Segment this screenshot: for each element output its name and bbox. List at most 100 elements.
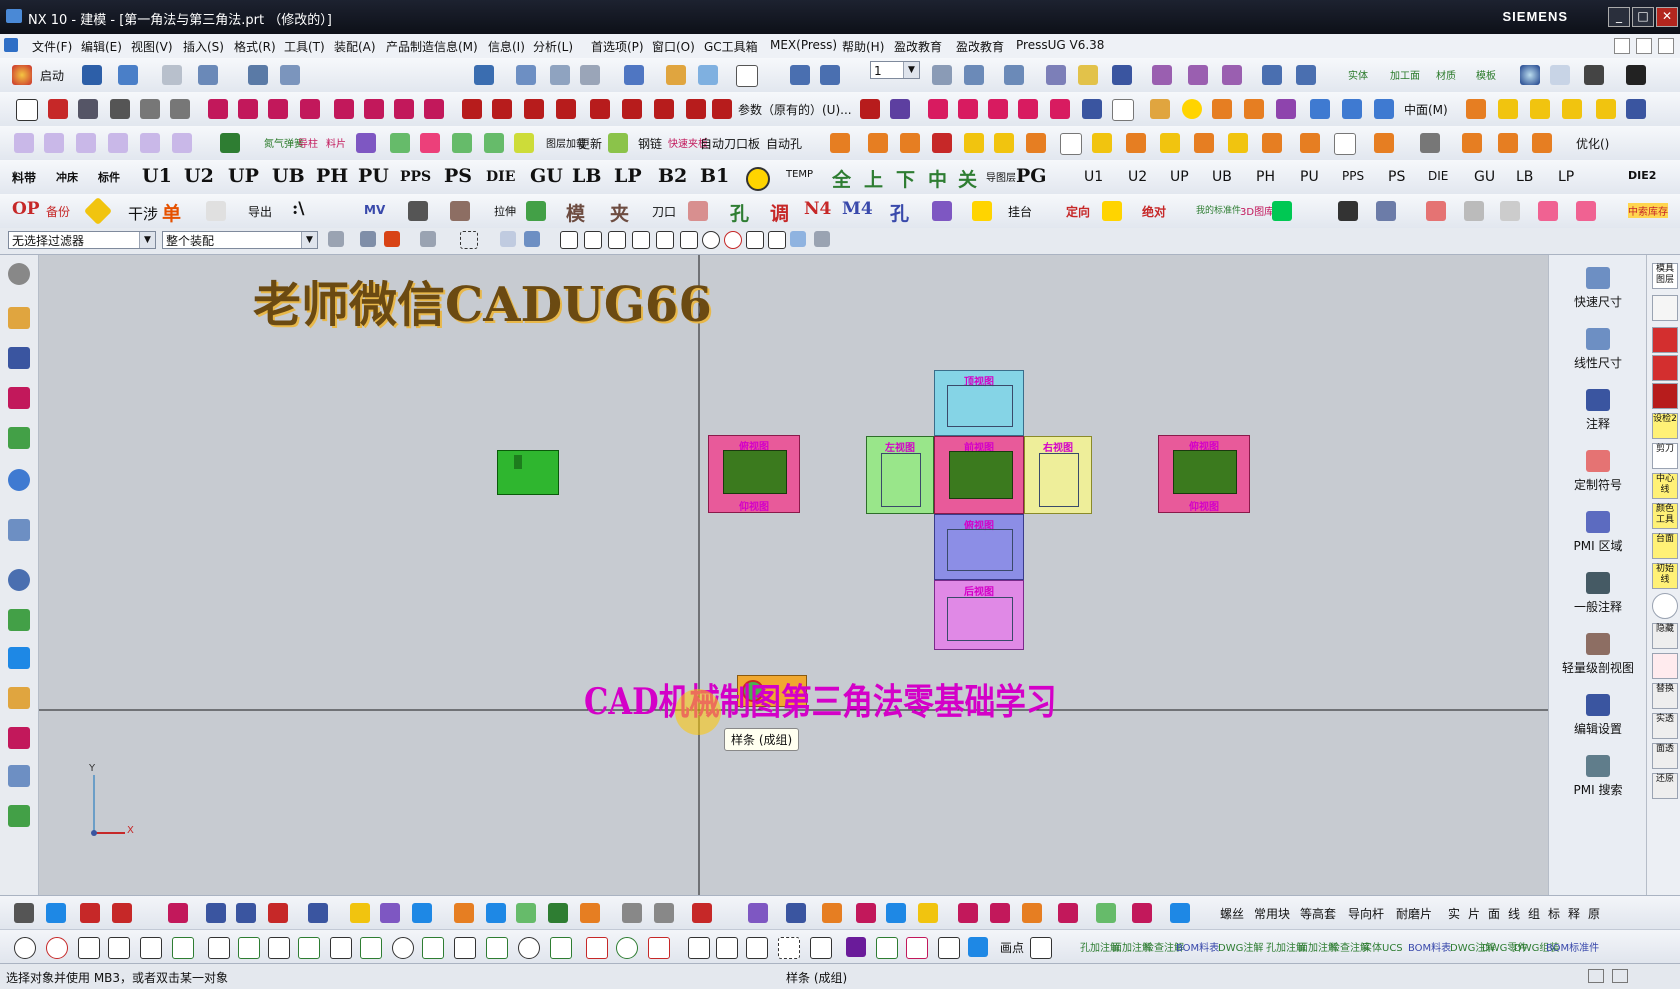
- hide-button[interactable]: 隐藏: [1652, 623, 1678, 649]
- menu-pressug[interactable]: PressUG V6.38: [1016, 38, 1104, 52]
- bisector-icon[interactable]: [330, 937, 352, 959]
- guide-layer-label[interactable]: 导图层: [986, 169, 1016, 184]
- surface-b24-icon[interactable]: [990, 903, 1010, 923]
- die2-button[interactable]: DIE2: [1628, 169, 1656, 182]
- web-browser-icon[interactable]: [8, 469, 30, 491]
- feat-15-icon[interactable]: [1300, 133, 1320, 153]
- dwg-note-1-button[interactable]: DWG注解: [1218, 939, 1263, 954]
- menu-tools[interactable]: 工具(T): [284, 38, 325, 55]
- surface-b21-icon[interactable]: [886, 903, 906, 923]
- bolt-icon[interactable]: [1596, 99, 1616, 119]
- scissors-button[interactable]: 剪刀: [1652, 443, 1678, 469]
- solid-label[interactable]: 实体: [1348, 67, 1368, 82]
- line-sketch-icon[interactable]: [208, 937, 230, 959]
- menu-view[interactable]: 视图(V): [131, 38, 173, 55]
- menu-format[interactable]: 格式(R): [234, 38, 276, 55]
- menu-help[interactable]: 帮助(H): [842, 38, 884, 55]
- point-line-icon[interactable]: [268, 937, 290, 959]
- align-icon[interactable]: [932, 201, 952, 221]
- pin-plate-icon[interactable]: [1538, 201, 1558, 221]
- surface-b13-icon[interactable]: [580, 903, 600, 923]
- solid-toggle[interactable]: 实: [1448, 905, 1460, 922]
- general-note-button[interactable]: 一般注释: [1549, 572, 1647, 615]
- blend-icon[interactable]: [334, 99, 354, 119]
- redo-icon[interactable]: [162, 65, 182, 85]
- pps-button[interactable]: PPS: [400, 169, 431, 185]
- surface-b26-icon[interactable]: [1058, 903, 1078, 923]
- surface5-icon[interactable]: [1050, 99, 1070, 119]
- snap-point-icon[interactable]: [384, 231, 400, 247]
- combine-icon[interactable]: [1244, 99, 1264, 119]
- gear-icon[interactable]: [8, 263, 30, 285]
- shaded-icon[interactable]: [580, 65, 600, 85]
- sleeve-button[interactable]: 等高套: [1300, 905, 1336, 922]
- note-button[interactable]: 注释: [1549, 389, 1647, 432]
- cube-icon[interactable]: [624, 65, 644, 85]
- person-icon[interactable]: [450, 201, 470, 221]
- manufacturing-wizard-icon[interactable]: [8, 727, 30, 749]
- dim-b-icon[interactable]: [716, 937, 738, 959]
- grid-snap-icon[interactable]: [814, 231, 830, 247]
- feat-14-icon[interactable]: [1262, 133, 1282, 153]
- sphere-yellow-icon[interactable]: [1182, 99, 1202, 119]
- pick3-icon[interactable]: [1222, 65, 1242, 85]
- offset-curve-icon[interactable]: [590, 99, 610, 119]
- red-block-icon[interactable]: [1652, 383, 1678, 409]
- link-icon[interactable]: [550, 937, 572, 959]
- grid-icon[interactable]: [1262, 65, 1282, 85]
- curve-snap-icon[interactable]: [632, 231, 650, 249]
- measure-icon[interactable]: [1046, 65, 1066, 85]
- purple-square-icon[interactable]: [846, 937, 866, 957]
- cutting-edge-button[interactable]: 刀口: [652, 203, 676, 220]
- endpoint-snap-icon[interactable]: [560, 231, 578, 249]
- surface-b11-icon[interactable]: [516, 903, 536, 923]
- box-icon[interactable]: [1212, 99, 1232, 119]
- isolated-part-green[interactable]: [497, 450, 559, 495]
- ub-button[interactable]: UB: [272, 165, 305, 187]
- subtract-icon[interactable]: [1276, 99, 1296, 119]
- view-back[interactable]: 后视图: [934, 580, 1024, 650]
- chain-label[interactable]: 钢链: [638, 135, 662, 152]
- u2-button[interactable]: U2: [184, 165, 214, 187]
- quadrant-snap-icon[interactable]: [724, 231, 742, 249]
- pu-button[interactable]: PU: [358, 165, 389, 187]
- bom-2-button[interactable]: BOM料表: [1408, 939, 1451, 954]
- surface-b16-icon[interactable]: [692, 903, 712, 923]
- die-button[interactable]: DIE: [486, 169, 515, 185]
- circle-offset-icon[interactable]: [518, 937, 540, 959]
- feat-6-icon[interactable]: [994, 133, 1014, 153]
- assembly-navigator-icon[interactable]: [8, 307, 30, 329]
- select-icon[interactable]: [1112, 65, 1132, 85]
- color-tool-button[interactable]: 颜色工具: [1652, 503, 1678, 529]
- feature-icon[interactable]: [1150, 99, 1170, 119]
- multi-curve-icon[interactable]: [906, 937, 928, 959]
- param-label[interactable]: 参数（原有的）(U)...: [738, 101, 852, 118]
- cross-icon[interactable]: [648, 937, 670, 959]
- hole-icon[interactable]: [394, 99, 414, 119]
- off-button[interactable]: 关: [958, 165, 977, 192]
- surface-b15-icon[interactable]: [654, 903, 674, 923]
- ub-move-button[interactable]: UB: [1212, 169, 1232, 185]
- filter-icon[interactable]: [1376, 201, 1396, 221]
- my-std-part-button[interactable]: 我的标准件: [1196, 203, 1241, 216]
- menu-preferences[interactable]: 首选项(P): [591, 38, 644, 55]
- maximize-button[interactable]: □: [1632, 7, 1654, 27]
- surface-b29-icon[interactable]: [1170, 903, 1190, 923]
- select-all-icon[interactable]: [360, 231, 376, 247]
- join-curve-icon[interactable]: [712, 99, 732, 119]
- mold-a-icon[interactable]: [390, 133, 410, 153]
- extrude-label[interactable]: 拉伸: [494, 203, 516, 219]
- system-materials-icon[interactable]: [8, 647, 30, 669]
- blank-icon[interactable]: [1112, 99, 1134, 121]
- feat-17-icon[interactable]: [1374, 133, 1394, 153]
- pinwheel-icon[interactable]: [1652, 653, 1678, 679]
- add-green-icon[interactable]: [526, 201, 546, 221]
- view-top[interactable]: 顶视图: [934, 370, 1024, 436]
- rectangle-select-icon[interactable]: [460, 231, 478, 249]
- line-toggle[interactable]: 线: [1508, 905, 1520, 922]
- brush-icon[interactable]: [1584, 65, 1604, 85]
- menu-insert[interactable]: 插入(S): [183, 38, 224, 55]
- arc-snap-icon[interactable]: [790, 231, 806, 247]
- edge-icon[interactable]: [964, 65, 984, 85]
- screw-button[interactable]: 螺丝: [1220, 905, 1244, 922]
